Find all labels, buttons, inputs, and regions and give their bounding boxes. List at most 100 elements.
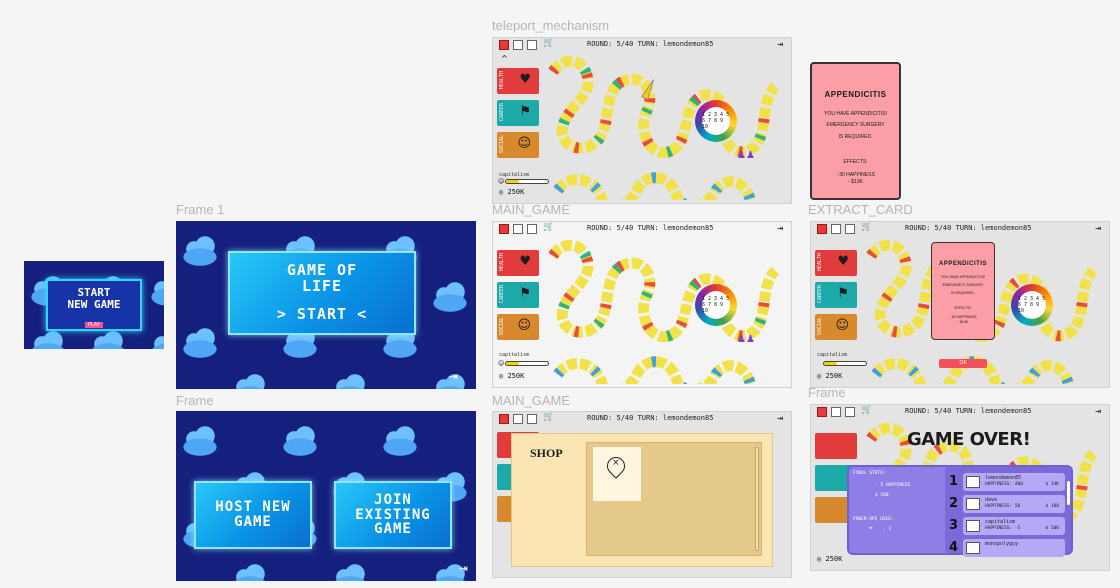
start-game-frame[interactable]: START NEW GAME PLAY <box>24 261 164 349</box>
money-value: 250K <box>507 188 525 196</box>
host-new-game-button[interactable]: HOST NEW GAME <box>194 481 312 549</box>
people-icon: ☺ <box>517 318 531 333</box>
play-badge: PLAY <box>84 322 103 328</box>
exit-icon[interactable]: ⇥ <box>1095 223 1101 234</box>
happiness-fill <box>506 362 519 365</box>
slot-icon[interactable] <box>831 224 841 234</box>
slot-icon[interactable] <box>513 224 523 234</box>
exit-icon[interactable]: ⇥ <box>777 39 783 50</box>
board-header: 🛒 ROUND: 5/40 TURN: lemondemon85 ⇥ <box>493 38 791 52</box>
frame-label-main-game-2[interactable]: MAIN_GAME <box>492 393 570 408</box>
target-icon[interactable] <box>499 40 509 50</box>
spinner-wheel[interactable]: 1 2 3 4 5 6 7 8 9 10 <box>695 100 737 142</box>
social-card[interactable]: SOCIAL ☺ <box>497 314 539 340</box>
card-line3: IS REQUIRED. <box>951 291 975 296</box>
round-turn-text: ROUND: 5/40 TURN: lemondemon85 <box>587 40 714 48</box>
happiness-bar <box>823 361 867 366</box>
social-card[interactable]: SOCIAL ☺ <box>815 314 857 340</box>
start-label: > START < <box>276 304 368 323</box>
player-name: monopolyguy <box>985 541 1019 547</box>
slot-icon[interactable] <box>527 40 537 50</box>
avatar <box>966 520 980 532</box>
board-frame-game-over: 🛒 ROUND: 5/40 TURN: lemondemon85 ⇥ GAME … <box>810 404 1110 571</box>
board-header: 🛒 ROUND: 5/40 TURN: lemondemon85 ⇥ <box>493 412 791 426</box>
player-happiness: HAPPINESS: -5 <box>985 526 1021 531</box>
target-icon[interactable] <box>499 224 509 234</box>
exit-icon[interactable]: ⇥ <box>1095 406 1101 417</box>
slot-icon[interactable] <box>845 224 855 234</box>
career-label: CAREER <box>817 285 823 304</box>
exit-icon[interactable]: ⇥ <box>777 413 783 424</box>
join-existing-game-button[interactable]: JOIN EXISTING GAME <box>334 481 452 549</box>
board-frame-main: 🛒 ROUND: 5/40 TURN: lemondemon85 ⇥ HEALT… <box>492 221 792 388</box>
slot-icon[interactable] <box>527 414 537 424</box>
health-card[interactable]: HEALTH ♥ <box>497 68 539 94</box>
cart-icon[interactable]: 🛒 <box>861 405 872 415</box>
cart-icon[interactable]: 🛒 <box>543 38 554 48</box>
player-name: capitalism <box>817 352 848 358</box>
slot-icon[interactable] <box>845 407 855 417</box>
stat-happiness: - 5 HAPPINESS <box>875 483 911 488</box>
career-card[interactable]: CAREER ⚑ <box>815 282 857 308</box>
slot-icon[interactable] <box>831 407 841 417</box>
board-frame-teleport: 🛒 ROUND: 5/40 TURN: lemondemon85 ⇥ ^ HEA… <box>492 37 792 204</box>
leaderboard-row: 1 lemondemon85 HAPPINESS: 400 $ 14K <box>945 473 1071 491</box>
shop-scrollbar[interactable] <box>755 447 759 551</box>
cart-icon[interactable]: 🛒 <box>543 412 554 422</box>
round-turn-text: ROUND: 5/40 TURN: lemondemon85 <box>587 224 714 232</box>
frame-label-extract-card[interactable]: EXTRACT_CARD <box>808 202 913 217</box>
slot-icon[interactable] <box>513 414 523 424</box>
stat-money: $ 500 <box>875 493 889 498</box>
happiness-bar <box>505 361 549 366</box>
target-icon[interactable] <box>817 224 827 234</box>
career-card[interactable]: CAREER ⚑ <box>497 282 539 308</box>
shop-item-teleport[interactable]: × <box>593 447 641 501</box>
start-game-button[interactable]: GAME OF LIFE > START < <box>228 251 416 335</box>
frame-label-teleport[interactable]: teleport_mechanism <box>492 18 609 33</box>
target-icon[interactable] <box>817 407 827 417</box>
appendicitis-card-popup: APPENDICITIS YOU HAVE APPENDICITIS! EMER… <box>931 242 995 340</box>
leaderboard: 1 lemondemon85 HAPPINESS: 400 $ 14K 2 da… <box>945 467 1071 557</box>
board-header: 🛒 ROUND: 5/40 TURN: lemondemon85 ⇥ <box>811 405 1109 419</box>
avatar <box>966 476 980 488</box>
frame-label-frame[interactable]: Frame <box>176 393 214 408</box>
health-card[interactable] <box>815 433 857 459</box>
avatar <box>966 498 980 510</box>
target-icon[interactable] <box>499 414 509 424</box>
ok-button[interactable]: OK <box>939 359 987 368</box>
health-card[interactable]: HEALTH ♥ <box>497 250 539 276</box>
appendicitis-card: APPENDICITIS YOU HAVE APPENDICITIS! EMER… <box>810 62 901 200</box>
player-name: lemondemon85 <box>985 475 1022 481</box>
social-label: SOCIAL <box>817 317 823 336</box>
map-pin-icon: ⌖ <box>869 525 873 532</box>
frame-label-main-game[interactable]: MAIN_GAME <box>492 202 570 217</box>
slot-icon[interactable] <box>527 224 537 234</box>
health-label: HEALTH <box>499 253 505 272</box>
health-card[interactable]: HEALTH ♥ <box>815 250 857 276</box>
career-card[interactable]: CAREER ⚑ <box>497 100 539 126</box>
people-icon: ☺ <box>835 318 849 333</box>
card-line2: EMERGENCY SURGERY <box>826 122 885 129</box>
leaderboard-entry: lemondemon85 HAPPINESS: 400 $ 14K <box>963 473 1065 491</box>
exit-icon[interactable]: ⇥ <box>777 223 783 234</box>
board-path <box>543 52 785 200</box>
social-card[interactable]: SOCIAL ☺ <box>497 132 539 158</box>
social-label: SOCIAL <box>499 317 505 336</box>
card-effect2: - $13K <box>848 179 863 186</box>
cart-icon[interactable]: 🛒 <box>543 222 554 232</box>
exit-icon[interactable]: ⇥ <box>459 562 468 575</box>
slot-icon[interactable] <box>513 40 523 50</box>
spinner-wheel[interactable]: 1 2 3 4 5 6 7 8 9 10 <box>1011 284 1053 326</box>
spinner-wheel[interactable]: 1 2 3 4 5 6 7 8 9 10 <box>695 284 737 326</box>
leaderboard-scrollbar[interactable] <box>1067 481 1070 505</box>
exit-icon[interactable]: ⇥ <box>449 370 458 383</box>
cart-icon[interactable]: 🛒 <box>861 222 872 232</box>
leaderboard-row: 3 capitalism HAPPINESS: -5 $ 500 <box>945 517 1071 535</box>
player-name: capitalism <box>499 352 530 358</box>
start-new-game-button[interactable]: START NEW GAME PLAY <box>46 279 142 331</box>
player-happiness: HAPPINESS: 50 <box>985 504 1021 509</box>
chevron-up-icon[interactable]: ^ <box>501 54 508 63</box>
frame-label-frame1[interactable]: Frame 1 <box>176 202 224 217</box>
money-display: ◎ 250K <box>499 372 524 380</box>
health-label: HEALTH <box>817 253 823 272</box>
